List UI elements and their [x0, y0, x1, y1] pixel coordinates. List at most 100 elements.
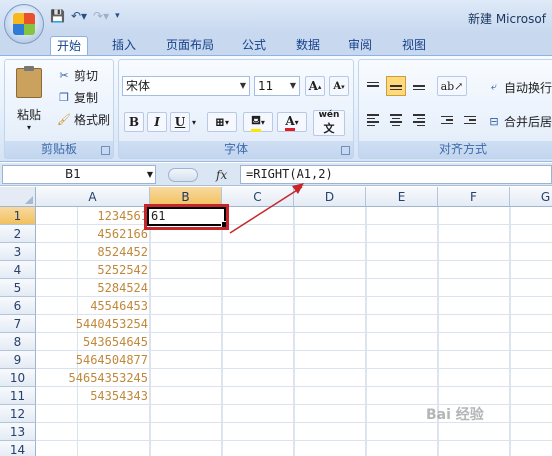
tab-formulas[interactable]: 公式	[236, 36, 272, 56]
column-header-g[interactable]: G	[510, 187, 552, 207]
borders-button[interactable]: ⊞ ▾	[207, 112, 237, 132]
copy-icon: ❐	[59, 90, 69, 104]
formula-bar-handle[interactable]	[168, 167, 198, 182]
font-color-button[interactable]: A ▾	[277, 112, 307, 132]
cut-button[interactable]: ✂ 剪切	[57, 66, 98, 84]
column-header-c[interactable]: C	[222, 187, 294, 207]
tab-data[interactable]: 数据	[290, 36, 326, 56]
italic-button[interactable]: I	[147, 112, 167, 132]
format-painter-button[interactable]: 🖌 格式刷	[57, 110, 110, 128]
font-size-value: 11	[258, 79, 274, 93]
row-header[interactable]: 11	[0, 387, 36, 405]
grow-font-label: A	[308, 79, 318, 93]
tab-view[interactable]: 视图	[396, 36, 432, 56]
row-header[interactable]: 1	[0, 207, 36, 225]
dialog-launcher-icon[interactable]	[341, 146, 350, 155]
shrink-font-label: A	[333, 80, 342, 92]
wrap-text-icon: ⤶	[490, 80, 498, 93]
row-header[interactable]: 12	[0, 405, 36, 423]
cell-a7[interactable]: 5440453254	[36, 315, 150, 333]
watermark: Bai 经验	[426, 407, 484, 423]
row-header[interactable]: 5	[0, 279, 36, 297]
column-header-e[interactable]: E	[366, 187, 438, 207]
formula-input[interactable]: =RIGHT(A1,2)	[240, 165, 552, 184]
bold-label: B	[128, 115, 140, 129]
row-header[interactable]: 8	[0, 333, 36, 351]
merge-center-button[interactable]: ⊟ 合并后居	[487, 112, 552, 130]
ribbon: 粘贴 ▾ ✂ 剪切 ❐ 复制 🖌 格式刷 剪贴板 宋体 ▼ 11 ▼ A ▴ A ▾…	[0, 55, 552, 162]
cell-a10[interactable]: 54654353245	[36, 369, 150, 387]
row-header[interactable]: 4	[0, 261, 36, 279]
orientation-button[interactable]: ab↗	[437, 76, 467, 96]
chevron-down-icon: ▼	[289, 81, 297, 90]
align-top-button[interactable]	[363, 76, 383, 96]
align-right-button[interactable]	[409, 110, 429, 130]
row-header[interactable]: 6	[0, 297, 36, 315]
font-name-value: 宋体	[126, 79, 151, 93]
cell-a8[interactable]: 543654645	[36, 333, 150, 351]
decrease-indent-button[interactable]	[437, 110, 457, 130]
cell-a6[interactable]: 45546453	[36, 297, 150, 315]
cell-a2[interactable]: 4562166	[36, 225, 150, 243]
undo-icon[interactable]: ↶▾	[71, 9, 87, 23]
fill-color-button[interactable]: ⛾ ▾	[243, 112, 273, 132]
ribbon-tabs: 开始 插入 页面布局 公式 数据 审阅 视图	[0, 34, 552, 56]
column-header-d[interactable]: D	[294, 187, 366, 207]
increase-indent-button[interactable]	[460, 110, 480, 130]
cell-a5[interactable]: 5284524	[36, 279, 150, 297]
row-header[interactable]: 14	[0, 441, 36, 456]
font-size-combo[interactable]: 11 ▼	[254, 76, 300, 96]
shrink-font-button[interactable]: A ▾	[329, 76, 349, 96]
column-header-f[interactable]: F	[438, 187, 510, 207]
row-header[interactable]: 13	[0, 423, 36, 441]
chevron-down-icon: ▾	[26, 123, 31, 132]
row-header[interactable]: 10	[0, 369, 36, 387]
chevron-down-icon: ▼	[239, 81, 247, 90]
select-all-button[interactable]	[0, 187, 36, 207]
tab-page-layout[interactable]: 页面布局	[160, 36, 220, 56]
office-button[interactable]	[4, 4, 44, 44]
dialog-launcher-icon[interactable]	[101, 146, 110, 155]
phonetic-icon: 文	[323, 122, 335, 135]
align-middle-button[interactable]	[386, 76, 406, 96]
wrap-text-button[interactable]: ⤶ 自动换行	[487, 78, 552, 96]
insert-function-button[interactable]: fx	[216, 168, 227, 182]
italic-label: I	[154, 115, 160, 129]
row-header[interactable]: 2	[0, 225, 36, 243]
tab-review[interactable]: 审阅	[342, 36, 378, 56]
phonetic-guide-button[interactable]: wén 文	[313, 110, 345, 136]
cell-a9[interactable]: 5464504877	[36, 351, 150, 369]
save-icon[interactable]: 💾	[50, 9, 65, 23]
font-group: 宋体 ▼ 11 ▼ A ▴ A ▾ B I U ▾ ⊞ ▾ ⛾ ▾ A ▾ wén 文 字体	[118, 59, 354, 159]
tab-home[interactable]: 开始	[50, 36, 89, 56]
cell-a1[interactable]: 1234561	[36, 207, 150, 225]
align-left-button[interactable]	[363, 110, 383, 130]
paste-button[interactable]: 粘贴 ▾	[13, 66, 45, 132]
underline-button[interactable]: U	[170, 112, 190, 132]
orientation-icon: ab↗	[440, 79, 464, 93]
name-box-value: B1	[65, 167, 81, 181]
align-bottom-button[interactable]	[409, 76, 429, 96]
bold-button[interactable]: B	[124, 112, 144, 132]
cell-a3[interactable]: 8524452	[36, 243, 150, 261]
column-header-a[interactable]: A	[36, 187, 150, 207]
cell-a11[interactable]: 54354343	[36, 387, 150, 405]
chevron-down-icon: ▾	[294, 117, 299, 127]
redo-icon[interactable]: ↷▾	[93, 9, 109, 23]
align-center-button[interactable]	[386, 110, 406, 130]
copy-button[interactable]: ❐ 复制	[57, 88, 98, 106]
tab-insert[interactable]: 插入	[106, 36, 142, 56]
grow-font-button[interactable]: A ▴	[305, 76, 325, 96]
cell-a4[interactable]: 5252542	[36, 261, 150, 279]
cut-label: 剪切	[74, 68, 99, 83]
row-header[interactable]: 7	[0, 315, 36, 333]
row-header[interactable]: 3	[0, 243, 36, 261]
row-header[interactable]: 9	[0, 351, 36, 369]
wrap-text-label: 自动换行	[504, 80, 552, 95]
customize-toolbar-icon[interactable]: ▾	[115, 11, 120, 21]
formula-controls: fx	[160, 165, 240, 184]
chevron-down-icon[interactable]: ▾	[189, 112, 199, 132]
name-box[interactable]: B1 ▼	[2, 165, 156, 184]
merge-cells-icon: ⊟	[489, 114, 499, 128]
font-name-combo[interactable]: 宋体 ▼	[122, 76, 250, 96]
